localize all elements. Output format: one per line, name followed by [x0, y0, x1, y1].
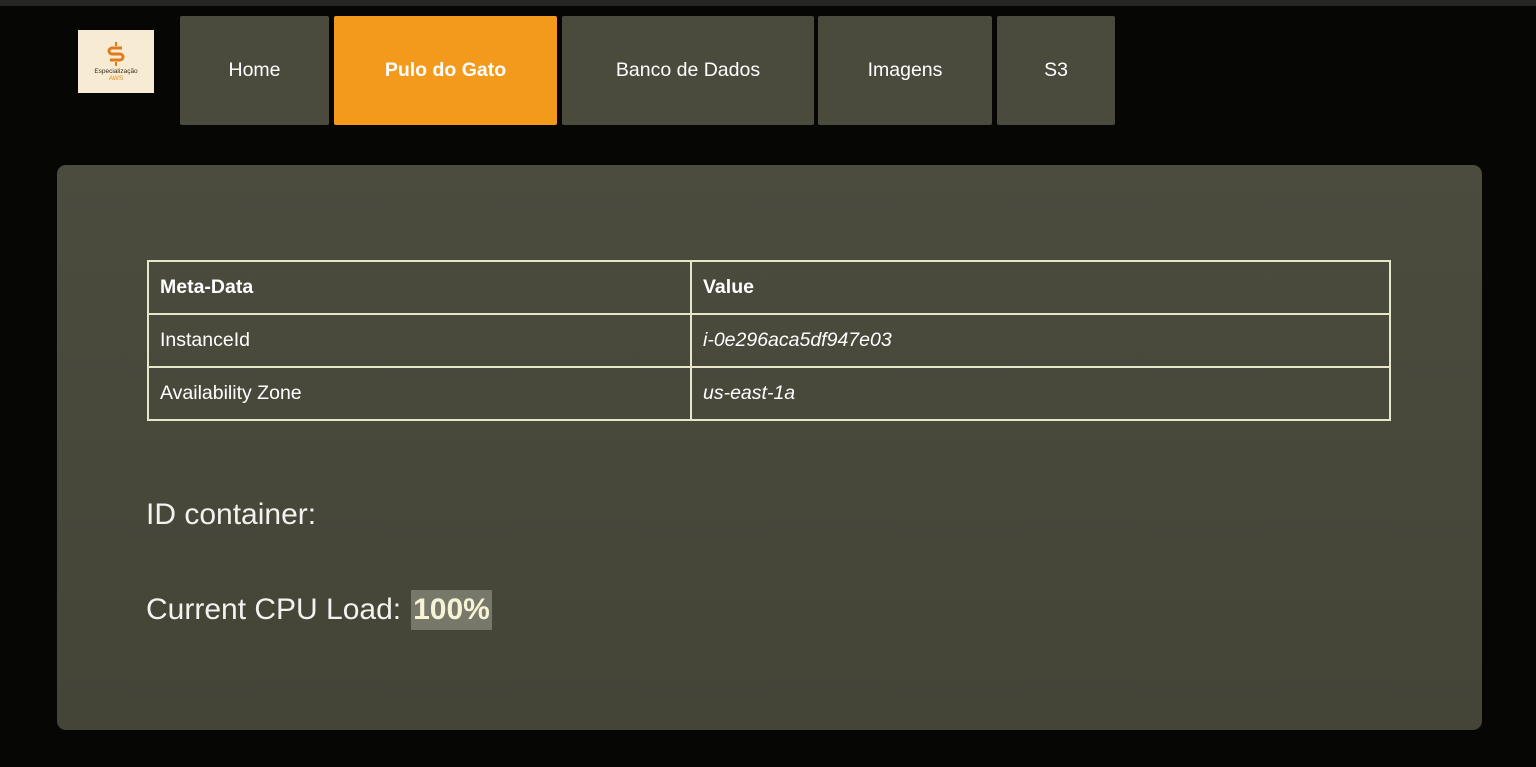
column-header: Meta-Data — [147, 260, 692, 315]
metadata-table: Meta-Data Value InstanceId i-0e296aca5df… — [147, 260, 1391, 421]
logo-text: Especialização — [94, 68, 138, 75]
content-panel: Meta-Data Value InstanceId i-0e296aca5df… — [57, 165, 1482, 730]
table-cell-value: us-east-1a — [690, 366, 1391, 421]
logo-subtext: AWS — [108, 75, 124, 82]
cpu-load-label: Current CPU Load: — [146, 593, 402, 626]
logo[interactable]: Especialização AWS — [78, 30, 154, 93]
nav-banco-de-dados[interactable]: Banco de Dados — [562, 16, 814, 125]
page: Especialização AWS Home Pulo do Gato Ban… — [0, 0, 1536, 767]
table-row: InstanceId i-0e296aca5df947e03 — [147, 313, 1391, 368]
nav-imagens[interactable]: Imagens — [818, 16, 992, 125]
table-cell-key: InstanceId — [147, 313, 692, 368]
nav-home[interactable]: Home — [180, 16, 329, 125]
dollar-s-logo-icon — [107, 42, 125, 66]
table-header-row: Meta-Data Value — [147, 260, 1391, 315]
cpu-load: Current CPU Load: 100% — [146, 590, 492, 630]
nav-pulo-do-gato[interactable]: Pulo do Gato — [334, 16, 557, 125]
table-cell-key: Availability Zone — [147, 366, 692, 421]
id-container-label: ID container: — [146, 498, 317, 531]
table-row: Availability Zone us-east-1a — [147, 366, 1391, 421]
table-cell-value: i-0e296aca5df947e03 — [690, 313, 1391, 368]
top-strip — [0, 0, 1536, 6]
cpu-load-value: 100% — [411, 590, 492, 630]
column-header: Value — [690, 260, 1391, 315]
nav-s3[interactable]: S3 — [997, 16, 1115, 125]
